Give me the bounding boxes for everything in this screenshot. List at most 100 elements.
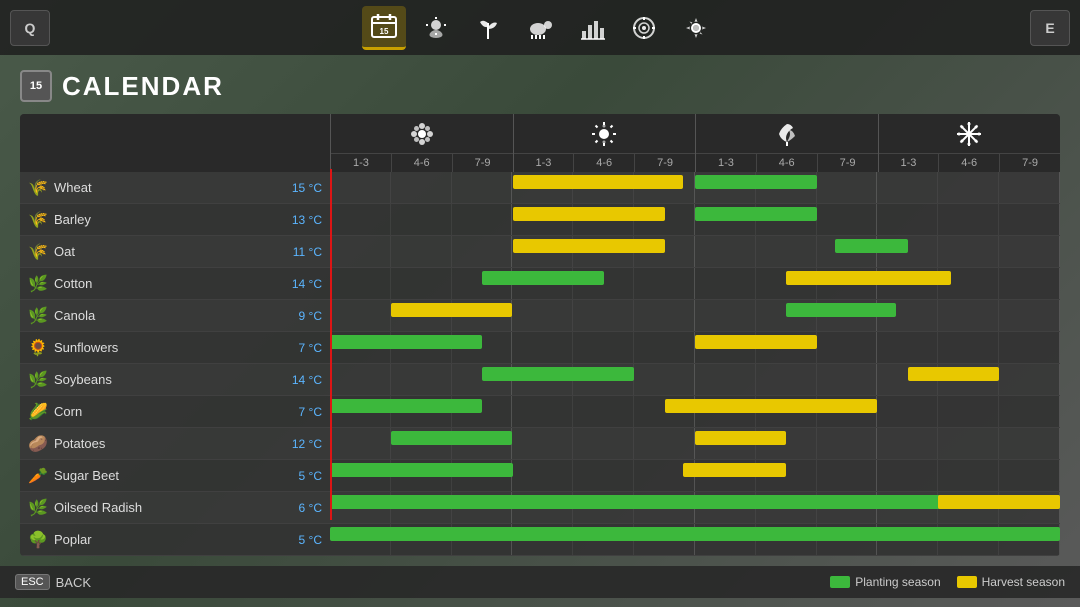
summer-sub-2: 4-6 [574, 154, 635, 172]
winter-icon [879, 114, 1061, 154]
planting-bar [695, 175, 817, 189]
crop-info-sugar-beet: 🥕Sugar Beet5 °C [20, 466, 330, 486]
crop-icon: 🌾 [28, 210, 48, 230]
crop-info-wheat: 🌾Wheat15 °C [20, 178, 330, 198]
harvest-bar [683, 463, 786, 477]
spring-sub-cols: 1-3 4-6 7-9 [331, 154, 513, 172]
planting-bar [330, 463, 513, 477]
season-header: 1-3 4-6 7-9 [20, 114, 1060, 172]
crop-timeline [330, 268, 1060, 299]
nav-weather-icon[interactable] [414, 6, 458, 50]
nav-right: E [1030, 10, 1070, 46]
planting-bar [835, 239, 908, 253]
crop-timeline [330, 236, 1060, 267]
crop-info-barley: 🌾Barley13 °C [20, 210, 330, 230]
crop-temp: 5 °C [282, 469, 322, 483]
crop-icon: 🌻 [28, 338, 48, 358]
crop-timeline [330, 396, 1060, 427]
crop-info-canola: 🌿Canola9 °C [20, 306, 330, 326]
planting-swatch [830, 576, 850, 588]
crop-info-poplar: 🌳Poplar5 °C [20, 530, 330, 550]
winter-sub-1: 1-3 [879, 154, 940, 172]
back-label: BACK [56, 575, 91, 590]
season-autumn: 1-3 4-6 7-9 [695, 114, 878, 172]
harvest-legend: Harvest season [957, 575, 1065, 589]
e-button[interactable]: E [1030, 10, 1070, 46]
crop-timeline [330, 428, 1060, 459]
crop-temp: 15 °C [282, 181, 322, 195]
crop-row: 🌿Oilseed Radish6 °C [20, 492, 1060, 524]
crop-info-sunflowers: 🌻 Sunflowers 7 °C [20, 338, 330, 358]
crop-icon: 🌽 [28, 402, 48, 422]
crop-info-oat: 🌾Oat11 °C [20, 242, 330, 262]
harvest-bar [665, 399, 878, 413]
crop-name: Cotton [54, 276, 276, 291]
bottom-bar: ESC BACK Planting season Harvest season [0, 566, 1080, 598]
nav-settings-icon[interactable] [674, 6, 718, 50]
planting-bar [330, 527, 1060, 541]
crop-icon: 🌿 [28, 306, 48, 326]
crop-row: 🌳Poplar5 °C [20, 524, 1060, 556]
main-content: 15 CALENDAR [0, 55, 1080, 566]
nav-stats-icon[interactable] [570, 6, 614, 50]
svg-text:15: 15 [380, 27, 389, 36]
current-time-line [330, 169, 332, 520]
nav-crop-icon[interactable] [466, 6, 510, 50]
crop-name: Corn [54, 404, 276, 419]
crop-row: 🥕Sugar Beet5 °C [20, 460, 1060, 492]
planting-bar [391, 431, 513, 445]
back-button[interactable]: ESC BACK [15, 574, 91, 590]
crop-name: Sugar Beet [54, 468, 276, 483]
crop-timeline [330, 332, 1060, 363]
crop-timeline [330, 172, 1060, 203]
planting-legend: Planting season [830, 575, 940, 589]
crop-temp: 14 °C [282, 277, 322, 291]
nav-calendar-icon[interactable]: 15 [362, 6, 406, 50]
planting-bar [786, 303, 896, 317]
calendar-title-icon: 15 [20, 70, 52, 102]
spring-sub-2: 4-6 [392, 154, 453, 172]
crop-temp: 7 °C [282, 341, 322, 355]
nav-missions-icon[interactable] [622, 6, 666, 50]
crop-row: 🌾Wheat15 °C [20, 172, 1060, 204]
spring-sub-3: 7-9 [453, 154, 513, 172]
calendar-table: 1-3 4-6 7-9 [20, 114, 1060, 556]
nav-animal-icon[interactable] [518, 6, 562, 50]
crop-icon: 🌿 [28, 274, 48, 294]
summer-sub-cols: 1-3 4-6 7-9 [514, 154, 696, 172]
season-winter: 1-3 4-6 7-9 [878, 114, 1061, 172]
crop-name: Sunflowers [54, 340, 276, 355]
page-title: CALENDAR [62, 71, 224, 102]
autumn-sub-3: 7-9 [818, 154, 878, 172]
summer-icon [514, 114, 696, 154]
harvest-swatch [957, 576, 977, 588]
season-summer: 1-3 4-6 7-9 [513, 114, 696, 172]
spring-icon [331, 114, 513, 154]
title-row: 15 CALENDAR [20, 70, 1060, 102]
autumn-sub-cols: 1-3 4-6 7-9 [696, 154, 878, 172]
spring-sub-1: 1-3 [331, 154, 392, 172]
top-nav: Q 15 [0, 0, 1080, 55]
crop-temp: 7 °C [282, 405, 322, 419]
season-cols: 1-3 4-6 7-9 [330, 114, 1060, 172]
winter-sub-2: 4-6 [939, 154, 1000, 172]
harvest-bar [513, 175, 683, 189]
winter-sub-cols: 1-3 4-6 7-9 [879, 154, 1061, 172]
crop-name: Oat [54, 244, 276, 259]
q-button[interactable]: Q [10, 10, 50, 46]
planting-bar [330, 335, 482, 349]
planting-label: Planting season [855, 575, 940, 589]
harvest-bar [786, 271, 950, 285]
crop-row: 🌻 Sunflowers 7 °C [20, 332, 1060, 364]
crop-row: 🌿Soybeans14 °C [20, 364, 1060, 396]
crop-row: 🥔Potatoes12 °C [20, 428, 1060, 460]
legend: Planting season Harvest season [830, 575, 1065, 589]
harvest-bar [938, 495, 1060, 509]
autumn-sub-2: 4-6 [757, 154, 818, 172]
crop-row: 🌾Oat11 °C [20, 236, 1060, 268]
crop-name: Soybeans [54, 372, 276, 387]
crop-row: 🌿 Cotton 14 °C [20, 268, 1060, 300]
autumn-icon [696, 114, 878, 154]
crop-name: Potatoes [54, 436, 276, 451]
crop-timeline [330, 300, 1060, 331]
